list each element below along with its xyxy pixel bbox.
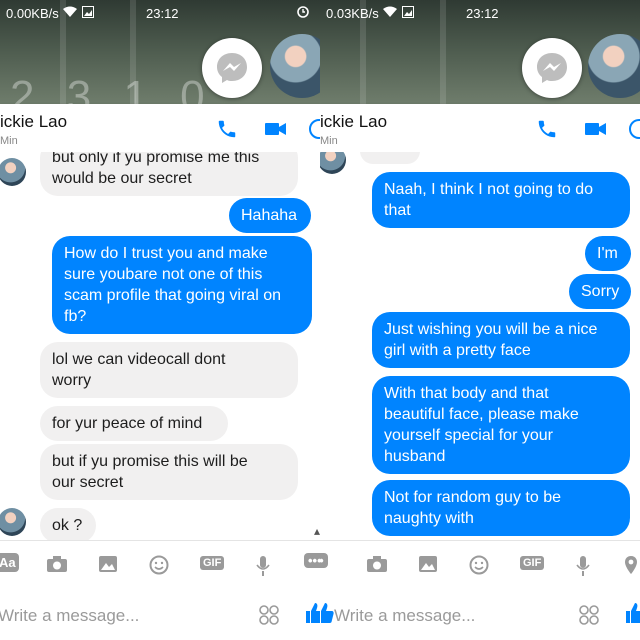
network-speed: 0.00KB/s: [6, 6, 59, 21]
like-icon[interactable]: [320, 602, 334, 629]
alarm-icon: [296, 4, 310, 21]
message-outgoing: Not for random guy to be naughty with: [372, 480, 630, 536]
message-incoming: lol we can videocall dont worry: [40, 342, 298, 398]
messenger-icon: [537, 53, 567, 83]
composer: Write a message...: [320, 590, 640, 640]
message-thread[interactable]: Naah, I think I not going to do that I'm…: [320, 152, 640, 540]
contact-avatar[interactable]: [320, 152, 346, 174]
image-notification-icon: [402, 6, 414, 21]
message-outgoing: I'm: [585, 236, 631, 271]
image-notification-icon: [82, 6, 94, 21]
camera-icon[interactable]: [366, 555, 388, 576]
message-incoming: ok ?: [40, 508, 96, 540]
left-screenshot: 2 3 1 0 0.00KB/s 23:12 ickie Lao Min but…: [0, 0, 320, 640]
info-icon[interactable]: [308, 118, 320, 145]
conversation-header: ickie Lao Min: [0, 104, 320, 152]
composer-toolbar: ••• GIF: [320, 540, 640, 591]
location-icon[interactable]: [624, 555, 638, 578]
status-bar: 0.00KB/s 23:12: [0, 0, 320, 26]
network-speed: 0.03KB/s: [326, 6, 379, 21]
message-input[interactable]: Write a message...: [334, 606, 475, 626]
message-input[interactable]: Write a message...: [0, 606, 139, 626]
status-bar: 0.03KB/s 23:12: [320, 0, 640, 26]
message-outgoing: Hahaha: [229, 198, 311, 233]
like-icon[interactable]: [624, 602, 640, 629]
phone-call-icon[interactable]: [536, 118, 558, 145]
video-call-icon[interactable]: [264, 118, 288, 145]
message-incoming: but if yu promise this will be our secre…: [40, 444, 298, 500]
message-incoming: but only if yu promise me this would be …: [40, 152, 298, 196]
emoji-icon[interactable]: [149, 555, 169, 578]
video-call-icon[interactable]: [584, 118, 608, 145]
message-thread[interactable]: but only if yu promise me this would be …: [0, 152, 320, 540]
status-time: 23:12: [146, 6, 179, 21]
wifi-icon: [382, 6, 398, 21]
message-outgoing: Naah, I think I not going to do that: [372, 172, 630, 228]
contact-avatar[interactable]: [0, 508, 26, 536]
messenger-chat-head[interactable]: [522, 38, 582, 98]
gallery-icon[interactable]: [98, 555, 118, 576]
active-status: Min: [0, 135, 18, 147]
gif-button[interactable]: GIF: [520, 556, 545, 570]
active-status: Min: [320, 135, 338, 147]
contact-name[interactable]: ickie Lao: [320, 112, 387, 132]
phone-call-icon[interactable]: [216, 118, 238, 145]
message-outgoing: With that body and that beautiful face, …: [372, 376, 630, 474]
messenger-icon: [217, 53, 247, 83]
microphone-icon[interactable]: [576, 555, 590, 580]
sticker-icon[interactable]: [258, 604, 280, 631]
composer: Write a message...: [0, 590, 320, 640]
message-incoming-partial: [360, 152, 420, 164]
message-outgoing: Just wishing you will be a nice girl wit…: [372, 312, 630, 368]
message-outgoing: Sorry: [569, 274, 631, 309]
info-icon[interactable]: [628, 118, 640, 145]
message-incoming: for yur peace of mind: [40, 406, 228, 441]
more-options-icon[interactable]: •••: [304, 553, 320, 568]
camera-icon[interactable]: [46, 555, 68, 576]
status-time: 23:12: [466, 6, 499, 21]
conversation-header: ickie Lao Min: [320, 104, 640, 152]
sticker-icon[interactable]: [578, 604, 600, 631]
aa-text-button[interactable]: Aa: [0, 553, 19, 572]
messenger-chat-head[interactable]: [202, 38, 262, 98]
gif-button[interactable]: GIF: [200, 556, 225, 570]
microphone-icon[interactable]: [256, 555, 270, 580]
contact-avatar[interactable]: [0, 158, 26, 186]
wifi-icon: [62, 6, 78, 21]
gallery-icon[interactable]: [418, 555, 438, 576]
emoji-icon[interactable]: [469, 555, 489, 578]
right-screenshot: 0.03KB/s 23:12 ickie Lao Min Naah, I thi…: [320, 0, 640, 640]
message-outgoing: How do I trust you and make sure youbare…: [52, 236, 312, 334]
like-icon[interactable]: [304, 602, 320, 629]
more-options-icon[interactable]: •••: [320, 553, 328, 568]
contact-name[interactable]: ickie Lao: [0, 112, 67, 132]
composer-toolbar: Aa GIF •••: [0, 540, 320, 591]
